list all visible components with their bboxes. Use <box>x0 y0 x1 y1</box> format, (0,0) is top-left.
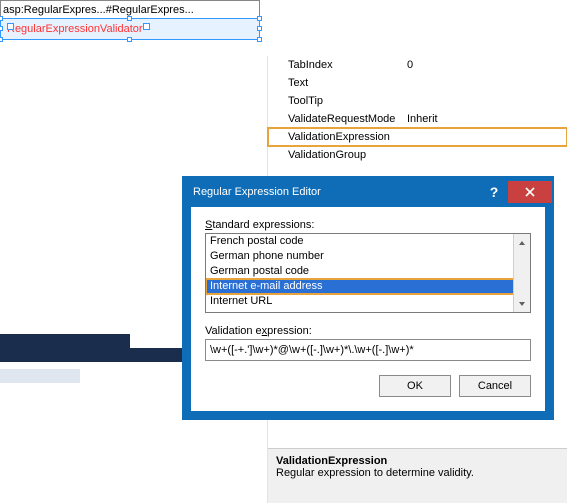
design-surface: asp:RegularExpres...#RegularExpres... Re… <box>0 0 260 40</box>
scroll-down-button[interactable] <box>514 295 530 312</box>
dialog-title-text: Regular Expression Editor <box>193 186 321 198</box>
regex-editor-dialog: Regular Expression Editor ? Standard exp… <box>183 177 553 419</box>
dialog-titlebar[interactable]: Regular Expression Editor ? <box>183 177 553 207</box>
validation-expression-input[interactable] <box>205 339 531 361</box>
property-row[interactable]: ToolTip <box>268 92 567 110</box>
listbox-item[interactable]: French postal code <box>206 234 530 249</box>
listbox-item[interactable]: Internet e-mail address <box>206 279 530 294</box>
property-name: ValidationExpression <box>268 131 403 143</box>
listbox-scrollbar[interactable] <box>513 234 530 312</box>
standard-expressions-label: Standard expressions: <box>205 219 531 231</box>
help-button[interactable]: ? <box>480 181 508 203</box>
property-value[interactable]: Inherit <box>403 113 567 125</box>
listbox-item[interactable]: German phone number <box>206 249 530 264</box>
property-name: TabIndex <box>268 59 403 71</box>
properties-description: ValidationExpression Regular expression … <box>268 448 567 503</box>
properties-desc-text: Regular expression to determine validity… <box>276 467 559 479</box>
property-row[interactable]: ValidateRequestModeInherit <box>268 110 567 128</box>
property-name: ToolTip <box>268 95 403 107</box>
ok-button[interactable]: OK <box>379 375 451 397</box>
decoration <box>0 334 130 348</box>
property-value[interactable]: 0 <box>403 59 567 71</box>
properties-desc-title: ValidationExpression <box>276 455 559 467</box>
chevron-down-icon <box>518 300 526 308</box>
validator-error-text: RegularExpressionValidator <box>7 23 143 35</box>
regex-validator-control[interactable]: RegularExpressionValidator <box>0 18 260 40</box>
properties-grid[interactable]: TabIndex0TextToolTipValidateRequestModeI… <box>268 56 567 164</box>
listbox-item[interactable]: German postal code <box>206 264 530 279</box>
property-row[interactable]: ValidationExpression <box>268 128 567 146</box>
listbox-item[interactable]: Internet URL <box>206 294 530 309</box>
property-row[interactable]: TabIndex0 <box>268 56 567 74</box>
property-name: Text <box>268 77 403 89</box>
chevron-up-icon <box>518 239 526 247</box>
scroll-up-button[interactable] <box>514 234 530 251</box>
standard-expressions-listbox[interactable]: French postal codeGerman phone numberGer… <box>205 233 531 313</box>
property-name: ValidationGroup <box>268 149 403 161</box>
validation-expression-label: Validation expression: <box>205 325 531 337</box>
decoration <box>0 348 195 362</box>
close-button[interactable] <box>508 181 552 203</box>
close-icon <box>525 187 535 197</box>
property-name: ValidateRequestMode <box>268 113 403 125</box>
property-row[interactable]: ValidationGroup <box>268 146 567 164</box>
decoration <box>0 369 80 383</box>
property-row[interactable]: Text <box>268 74 567 92</box>
cancel-button[interactable]: Cancel <box>459 375 531 397</box>
